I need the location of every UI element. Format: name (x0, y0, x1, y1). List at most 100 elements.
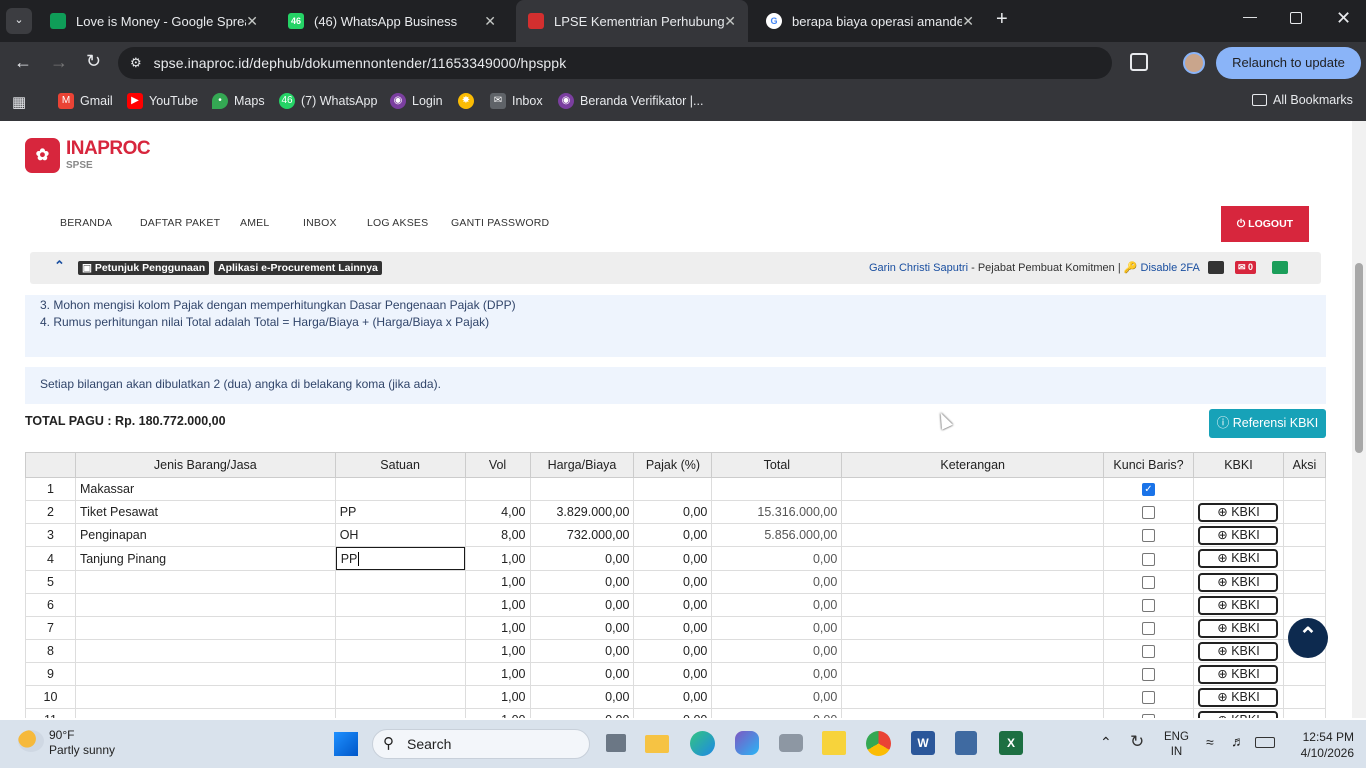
close-tab-icon[interactable]: ✕ (724, 13, 736, 30)
lock-row-checkbox[interactable] (1142, 529, 1155, 543)
nav-amel[interactable]: AMEL (240, 217, 269, 229)
keterangan-cell[interactable] (841, 708, 1105, 718)
close-tab-icon[interactable]: ✕ (484, 13, 496, 30)
message-icon[interactable] (1208, 261, 1224, 274)
jenis-cell[interactable] (74, 570, 336, 594)
bookmark-inbox[interactable]: ✉ Inbox (490, 93, 543, 109)
keterangan-cell[interactable] (841, 593, 1105, 617)
harga-cell[interactable]: 0,00 (529, 570, 635, 594)
keterangan-cell[interactable] (841, 662, 1105, 686)
harga-cell[interactable]: 0,00 (529, 708, 635, 718)
jenis-cell[interactable] (74, 639, 336, 663)
kbki-button[interactable]: ⊕ KBKI (1198, 572, 1279, 592)
close-window-button[interactable]: ✕ (1336, 8, 1351, 29)
weather-desc[interactable]: Partly sunny (49, 743, 115, 758)
bookmark-pinwheel[interactable]: ✸ (458, 93, 480, 109)
all-bookmarks[interactable]: All Bookmarks (1252, 93, 1353, 107)
browser-tab[interactable]: Gberapa biaya operasi amandel - ✕ (754, 0, 986, 42)
tab-search-button[interactable]: ⌄ (6, 8, 32, 34)
harga-cell[interactable]: 0,00 (529, 662, 635, 686)
vol-cell[interactable]: 1,00 (464, 639, 531, 663)
sticky-notes-icon[interactable] (822, 731, 846, 755)
sync-icon[interactable]: ↻ (1130, 732, 1144, 752)
excel-icon[interactable]: X (999, 731, 1023, 755)
bookmark-maps[interactable]: • Maps (212, 93, 265, 109)
harga-cell[interactable]: 0,00 (529, 639, 635, 663)
logout-button[interactable]: ⏻ LOGOUT (1221, 206, 1309, 242)
back-icon[interactable]: ← (14, 52, 32, 73)
pajak-cell[interactable]: 0,00 (633, 593, 713, 617)
referensi-kbki-button[interactable]: ⓘ Referensi KBKI (1209, 409, 1326, 438)
jenis-cell[interactable]: Penginapan (74, 523, 336, 547)
pajak-cell[interactable]: 0,00 (633, 639, 713, 663)
lock-row-checkbox[interactable] (1142, 552, 1155, 566)
new-tab-button[interactable]: + (996, 8, 1008, 31)
jenis-cell[interactable] (74, 662, 336, 686)
taskbar-search[interactable]: ⚲ Search (372, 729, 590, 759)
harga-cell[interactable] (529, 477, 635, 501)
satuan-cell[interactable] (334, 708, 466, 718)
lock-row-checkbox[interactable] (1142, 599, 1155, 613)
close-tab-icon[interactable]: ✕ (962, 13, 974, 30)
pajak-cell[interactable]: 0,00 (633, 685, 713, 709)
nav-log-akses[interactable]: LOG AKSES (367, 217, 428, 229)
browser-tab[interactable]: Love is Money - Google Spread ✕ (38, 0, 270, 42)
lock-row-checkbox[interactable]: ✓ (1142, 483, 1155, 497)
green-mail-icon[interactable] (1272, 261, 1288, 274)
nav-daftar-paket[interactable]: DAFTAR PAKET (140, 217, 220, 229)
satuan-cell[interactable]: PP (334, 546, 466, 571)
pajak-cell[interactable]: 0,00 (633, 546, 713, 571)
scrollbar-thumb[interactable] (1355, 263, 1363, 453)
keterangan-cell[interactable] (841, 570, 1105, 594)
vol-cell[interactable]: 8,00 (464, 523, 531, 547)
bookmark-login[interactable]: ◉ Login (390, 93, 443, 109)
vol-cell[interactable] (464, 477, 531, 501)
satuan-cell[interactable] (334, 593, 466, 617)
keterangan-cell[interactable] (841, 546, 1105, 571)
bookmark-whatsapp[interactable]: 46 (7) WhatsApp (279, 93, 377, 109)
keterangan-cell[interactable] (841, 639, 1105, 663)
edge-icon[interactable] (690, 731, 715, 756)
jenis-cell[interactable] (74, 616, 336, 640)
site-info-icon[interactable]: ⚙ (130, 55, 142, 71)
harga-cell[interactable]: 3.829.000,00 (529, 500, 635, 524)
keterangan-cell[interactable] (841, 500, 1105, 524)
reload-icon[interactable]: ↻ (86, 51, 101, 72)
lock-row-checkbox[interactable] (1142, 622, 1155, 636)
satuan-cell[interactable] (334, 477, 466, 501)
satuan-cell[interactable] (334, 570, 466, 594)
harga-cell[interactable]: 0,00 (529, 546, 635, 571)
kbki-button[interactable]: ⊕ KBKI (1198, 549, 1279, 568)
kbki-button[interactable]: ⊕ KBKI (1198, 502, 1279, 522)
jenis-cell[interactable]: Tiket Pesawat (74, 500, 336, 524)
kbki-button[interactable]: ⊕ KBKI (1198, 687, 1279, 707)
nav-inbox[interactable]: INBOX (303, 217, 337, 229)
mail-badge[interactable]: ✉ 0 (1235, 261, 1257, 274)
close-tab-icon[interactable]: ✕ (246, 13, 258, 30)
satuan-cell[interactable] (334, 616, 466, 640)
windows-start-icon[interactable] (334, 732, 358, 756)
harga-cell[interactable]: 0,00 (529, 593, 635, 617)
calculator-icon[interactable] (955, 731, 977, 755)
nav-ganti-password[interactable]: GANTI PASSWORD (451, 217, 549, 229)
bookmark-youtube[interactable]: ▶ YouTube (127, 93, 198, 109)
harga-cell[interactable]: 0,00 (529, 616, 635, 640)
satuan-cell[interactable]: PP (334, 500, 466, 524)
keterangan-cell[interactable] (841, 523, 1105, 547)
petunjuk-link[interactable]: ▣ Petunjuk Penggunaan (78, 261, 210, 275)
task-view-icon[interactable] (606, 734, 626, 752)
harga-cell[interactable]: 732.000,00 (529, 523, 635, 547)
jenis-cell[interactable] (74, 708, 336, 718)
page-scrollbar[interactable] (1352, 121, 1366, 718)
wifi-icon[interactable]: ≈ (1206, 734, 1214, 750)
address-bar[interactable]: ⚙ spse.inaproc.id/dephub/dokumennontende… (118, 47, 1112, 79)
lock-row-checkbox[interactable] (1142, 645, 1155, 659)
pajak-cell[interactable]: 0,00 (633, 708, 713, 718)
forward-icon[interactable]: → (50, 52, 68, 73)
aplikasi-link[interactable]: Aplikasi e-Procurement Lainnya (214, 261, 382, 275)
pajak-cell[interactable] (633, 477, 713, 501)
browser-tab[interactable]: 46 (46) WhatsApp Business ✕ (276, 0, 508, 42)
pajak-cell[interactable]: 0,00 (633, 616, 713, 640)
collapse-up-icon[interactable]: ⌃ (54, 258, 65, 274)
satuan-input[interactable]: PP (334, 546, 466, 571)
